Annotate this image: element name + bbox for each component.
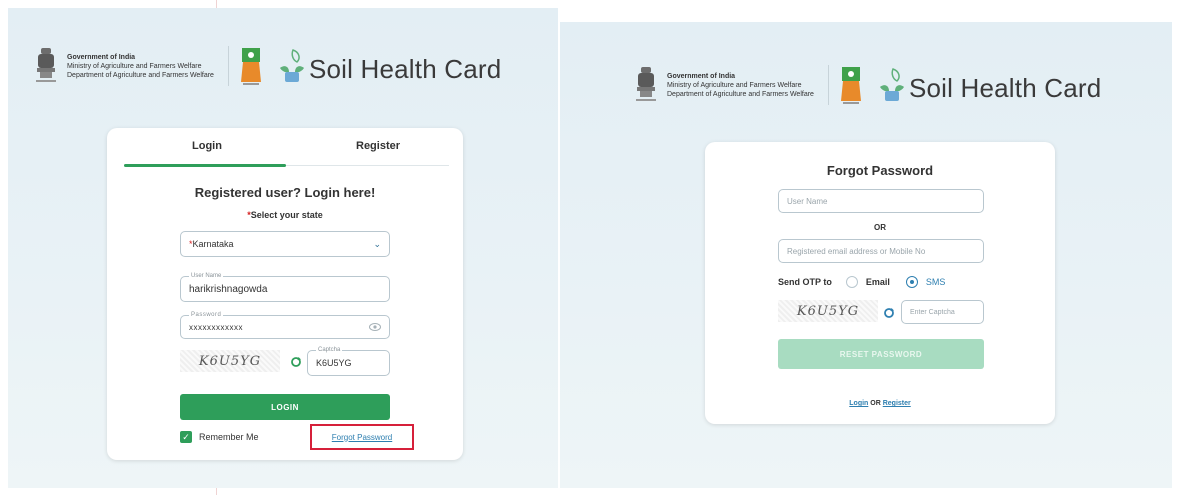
highlight-box: Forgot Password — [310, 424, 414, 450]
forgot-heading: Forgot Password — [826, 163, 934, 178]
gov-line-1: Government of India — [67, 53, 136, 61]
soil-health-card-logo: Soil Health Card — [877, 67, 1102, 103]
soil-health-card-logo: Soil Health Card — [277, 48, 502, 84]
username-input[interactable]: User Name — [778, 189, 984, 213]
header-divider — [227, 46, 229, 86]
forgot-password-link[interactable]: Forgot Password — [332, 433, 392, 442]
captcha-field[interactable]: Captcha K6U5YG — [307, 346, 390, 376]
auth-tabs: Login Register — [124, 140, 449, 167]
captcha-image: K6U5YG — [778, 300, 878, 322]
tab-login[interactable]: Login — [192, 140, 222, 152]
captcha-value: K6U5YG — [316, 358, 352, 368]
login-link[interactable]: Login — [849, 400, 868, 407]
login-card: Login Register Registered user? Login he… — [107, 128, 463, 460]
department-logo-icon — [239, 46, 263, 86]
site-header: Government of India Ministry of Agricult… — [33, 46, 501, 86]
department-logo-icon — [839, 65, 863, 105]
app-name: Soil Health Card — [308, 54, 502, 84]
password-label: Password — [189, 311, 224, 319]
national-emblem-icon — [633, 65, 659, 105]
chevron-down-icon: ⌄ — [373, 239, 381, 249]
refresh-captcha-icon[interactable] — [883, 306, 895, 318]
gov-line-1: Government of India — [667, 72, 736, 80]
header-divider — [827, 65, 829, 105]
state-value: Karnataka — [192, 239, 234, 249]
or-separator: OR — [874, 223, 886, 232]
show-password-icon[interactable] — [369, 322, 381, 332]
radio-sms-label: SMS — [925, 277, 946, 287]
forgot-password-card: Forgot Password User Name OR Registered … — [705, 142, 1055, 424]
active-tab-indicator — [124, 164, 286, 167]
app-name: Soil Health Card — [908, 73, 1102, 103]
checkbox-checked-icon[interactable]: ✓ — [180, 431, 192, 443]
gov-line-2: Ministry of Agriculture and Farmers Welf… — [67, 62, 202, 70]
or-text: OR — [868, 400, 883, 407]
email-or-mobile-input[interactable]: Registered email address or Mobile No — [778, 239, 984, 263]
send-otp-row: Send OTP to Email SMS — [778, 276, 961, 288]
gov-line-3: Department of Agriculture and Farmers We… — [67, 71, 214, 79]
captcha-label: Captcha — [316, 346, 343, 354]
password-field[interactable]: Password xxxxxxxxxxxx — [180, 311, 390, 339]
register-link[interactable]: Register — [883, 400, 911, 407]
gov-line-2: Ministry of Agriculture and Farmers Welf… — [667, 81, 802, 89]
gov-line-3: Department of Agriculture and Farmers We… — [667, 90, 814, 98]
site-header: Government of India Ministry of Agricult… — [633, 65, 1101, 105]
refresh-captcha-icon[interactable] — [290, 355, 302, 367]
radio-email[interactable] — [845, 276, 858, 288]
soil-leaf-icon — [877, 67, 907, 103]
username-value: harikrishnagowda — [189, 283, 268, 295]
send-otp-label: Send OTP to — [778, 277, 832, 287]
captcha-input[interactable]: Enter Captcha — [901, 300, 984, 324]
username-field[interactable]: User Name harikrishnagowda — [180, 272, 390, 302]
government-text: Government of India Ministry of Agricult… — [67, 53, 214, 80]
national-emblem-icon — [33, 46, 59, 86]
remember-me-label: Remember Me — [199, 432, 259, 442]
radio-sms[interactable] — [905, 276, 918, 288]
state-label: *Select your state — [107, 210, 463, 220]
tab-register[interactable]: Register — [356, 140, 400, 152]
radio-email-label: Email — [865, 277, 890, 287]
reset-password-button[interactable]: RESET PASSWORD — [778, 339, 984, 369]
login-screen-panel: Government of India Ministry of Agricult… — [8, 8, 558, 488]
captcha-image: K6U5YG — [180, 350, 280, 372]
remember-me[interactable]: ✓ Remember Me — [180, 431, 259, 443]
government-text: Government of India Ministry of Agricult… — [667, 72, 814, 99]
bottom-links: Login OR Register — [705, 400, 1055, 407]
username-label: User Name — [189, 272, 224, 280]
password-value: xxxxxxxxxxxx — [189, 322, 243, 332]
state-label-text: Select your state — [250, 210, 323, 220]
login-button[interactable]: LOGIN — [180, 394, 390, 420]
soil-leaf-icon — [277, 48, 307, 84]
state-select[interactable]: * Karnataka ⌄ — [180, 231, 390, 257]
forgot-password-screen-panel: Government of India Ministry of Agricult… — [560, 22, 1172, 488]
login-heading: Registered user? Login here! — [194, 185, 376, 200]
